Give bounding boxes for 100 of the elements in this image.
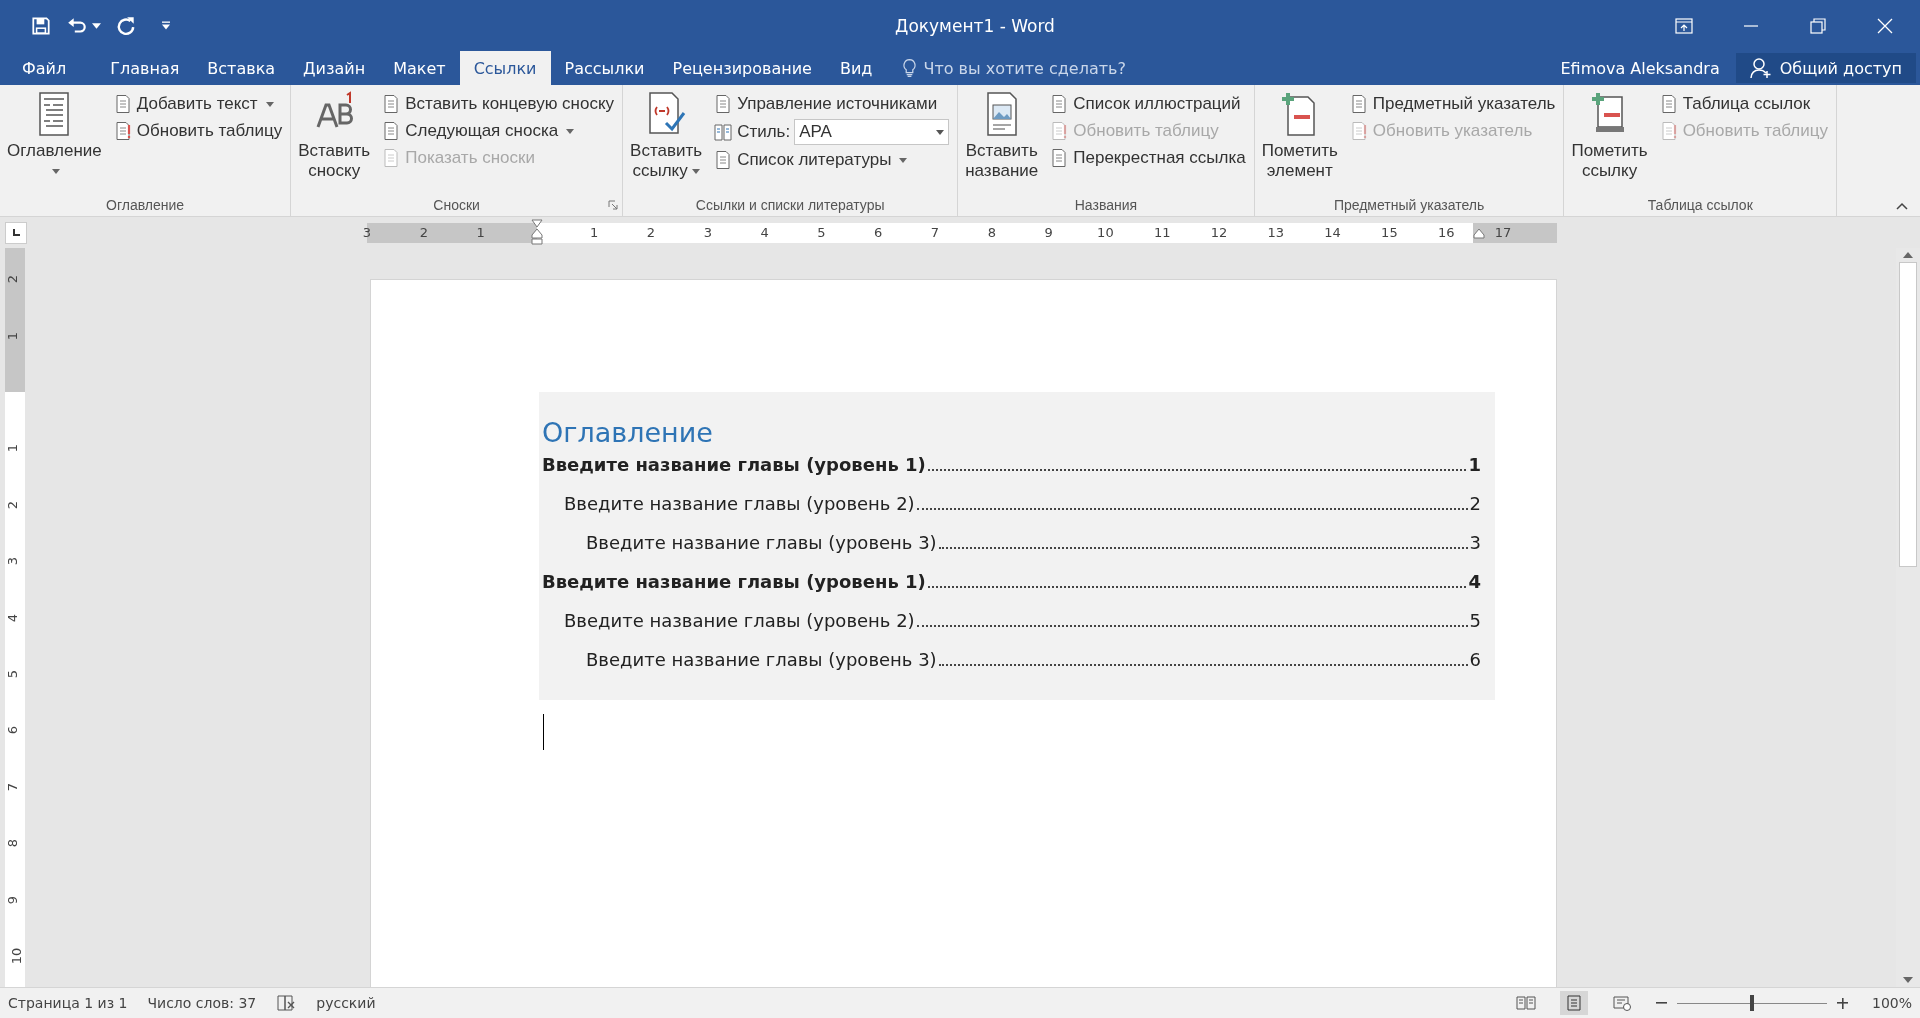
- ruler-number: 9: [5, 895, 19, 904]
- caret-icon: [936, 129, 945, 135]
- redo-icon[interactable]: [115, 14, 137, 37]
- toc-entry[interactable]: Введите название главы (уровень 1): [542, 454, 926, 475]
- zoom-slider-thumb[interactable]: [1749, 995, 1754, 1011]
- toc-entry[interactable]: Введите название главы (уровень 3): [586, 649, 937, 670]
- ribbon-button[interactable]: Обновить таблицу: [108, 118, 287, 144]
- group-label: Ссылки и списки литературы: [695, 197, 885, 213]
- ruler-number: 2: [646, 224, 656, 240]
- page-number: 1: [1468, 454, 1481, 475]
- ribbon-button[interactable]: Пометить элемент: [1258, 89, 1341, 194]
- style-label: Стиль:: [737, 122, 791, 142]
- ribbon-button[interactable]: Следующая сноска: [377, 118, 619, 144]
- collapse-ribbon-icon[interactable]: [1896, 202, 1908, 210]
- toc-entry[interactable]: Введите название главы (уровень 2): [564, 493, 915, 514]
- group-label: Таблица ссылок: [1647, 197, 1753, 213]
- tell-me-field[interactable]: Что вы хотите сделать?: [886, 51, 1126, 85]
- scroll-up-icon[interactable]: [1903, 252, 1913, 258]
- page-number: 5: [1469, 610, 1481, 631]
- toc-entry[interactable]: Введите название главы (уровень 1): [542, 571, 926, 592]
- word-count[interactable]: Число слов: 37: [147, 995, 257, 1011]
- dialog-launcher-icon[interactable]: [608, 200, 619, 210]
- ruler-number: 9: [1044, 224, 1053, 240]
- language-label[interactable]: русский: [316, 995, 376, 1011]
- page-count[interactable]: Страница 1 из 1: [8, 995, 128, 1011]
- ruler-number: 6: [5, 726, 19, 735]
- ruler-number: 7: [930, 224, 940, 240]
- page-number: 3: [1469, 532, 1481, 553]
- ribbon-tab[interactable]: Дизайн: [289, 51, 380, 85]
- customize-icon[interactable]: [161, 21, 171, 30]
- ruler-number: 2: [419, 224, 428, 240]
- ribbon-button[interactable]: Вставить ссылку: [627, 89, 706, 194]
- caret-icon: [52, 169, 61, 175]
- ruler-number: 1: [590, 224, 599, 240]
- ribbon-button[interactable]: Пометить ссылку: [1568, 89, 1651, 194]
- save-icon[interactable]: [30, 14, 52, 37]
- ribbon-button[interactable]: Управление источниками: [709, 91, 954, 117]
- ruler-number: 2: [5, 275, 19, 284]
- citation-icon: [646, 91, 687, 137]
- ruler-number: 3: [703, 224, 712, 240]
- caret-icon: [265, 101, 274, 107]
- ribbon-tab[interactable]: Вставка: [193, 51, 290, 85]
- ribbon-button[interactable]: Перекрестная ссылка: [1045, 145, 1250, 171]
- ruler-number: 5: [5, 669, 19, 679]
- ribbon-button[interactable]: Список литературы: [709, 147, 954, 173]
- ribbon-button[interactable]: Таблица ссылок: [1654, 91, 1832, 117]
- restore-icon[interactable]: [1808, 15, 1828, 36]
- ruler-number: 7: [5, 782, 19, 791]
- scrollbar-thumb[interactable]: [1899, 262, 1917, 567]
- indent-marker-icon[interactable]: [531, 218, 544, 245]
- ruler-number: 2: [5, 500, 19, 509]
- book-icon: [713, 122, 734, 142]
- page-number: 6: [1469, 649, 1481, 670]
- ribbon-tab[interactable]: Ссылки: [459, 51, 551, 85]
- ribbon-button[interactable]: Вставить сноску: [295, 89, 374, 194]
- left-tab-stop-icon: [11, 227, 21, 238]
- ribbon-tab[interactable]: Вид: [825, 51, 887, 85]
- toc-heading: Оглавление: [542, 417, 714, 448]
- ribbon-tab[interactable]: Главная: [96, 51, 194, 85]
- ribbon-tab[interactable]: Макет: [379, 51, 460, 85]
- ruler-number: 5: [817, 224, 826, 240]
- proofing-icon[interactable]: [276, 994, 297, 1012]
- caret-icon[interactable]: [92, 22, 101, 29]
- ruler-number: 1: [476, 224, 485, 240]
- ruler-number: 4: [5, 613, 19, 622]
- ribbon-tab[interactable]: Рецензирование: [658, 51, 826, 85]
- ruler-number: 12: [1210, 224, 1228, 240]
- style-dropdown[interactable]: APA: [794, 119, 950, 145]
- ribbon-button[interactable]: Оглавление: [4, 89, 105, 194]
- ribbon-button[interactable]: Предметный указатель: [1344, 91, 1560, 117]
- page-number: 4: [1468, 571, 1481, 592]
- caret-icon: [691, 169, 700, 175]
- ruler-number: 16: [1437, 224, 1455, 240]
- ruler-number: 8: [5, 839, 19, 848]
- text-cursor: [543, 714, 544, 750]
- ruler-number: 13: [1267, 224, 1285, 240]
- ribbon-tab[interactable]: Файл: [0, 51, 97, 85]
- user-name[interactable]: Efimova Aleksandra: [1560, 51, 1720, 85]
- share-button[interactable]: Общий доступ: [1735, 53, 1916, 83]
- ruler-number: 1: [5, 444, 19, 453]
- tab-selector[interactable]: [5, 221, 27, 244]
- scroll-down-icon[interactable]: [1903, 977, 1913, 983]
- ruler-number: 1: [5, 331, 19, 340]
- ruler-number: 11: [1153, 224, 1171, 240]
- ribbon-tab[interactable]: Рассылки: [550, 51, 659, 85]
- toc-entry[interactable]: Введите название главы (уровень 2): [564, 610, 915, 631]
- ruler-number: 10: [9, 947, 23, 965]
- ribbon-button[interactable]: Список иллюстраций: [1045, 91, 1250, 117]
- ribbon-button[interactable]: Вставить название: [962, 89, 1042, 194]
- ruler-number: 17: [1494, 224, 1512, 240]
- group-label: Предметный указатель: [1333, 197, 1485, 213]
- table-of-contents[interactable]: [539, 392, 1495, 700]
- ribbon-button[interactable]: Добавить текст: [108, 91, 287, 117]
- print-layout-icon[interactable]: [1559, 991, 1588, 1015]
- zoom-level[interactable]: 100%: [1871, 995, 1912, 1011]
- ribbon-button[interactable]: Вставить концевую сноску: [377, 91, 619, 117]
- ribbon-display-icon[interactable]: [1674, 15, 1694, 36]
- ruler-number: 3: [5, 557, 19, 566]
- toc-entry[interactable]: Введите название главы (уровень 3): [586, 532, 937, 553]
- ruler-number: 6: [874, 224, 883, 240]
